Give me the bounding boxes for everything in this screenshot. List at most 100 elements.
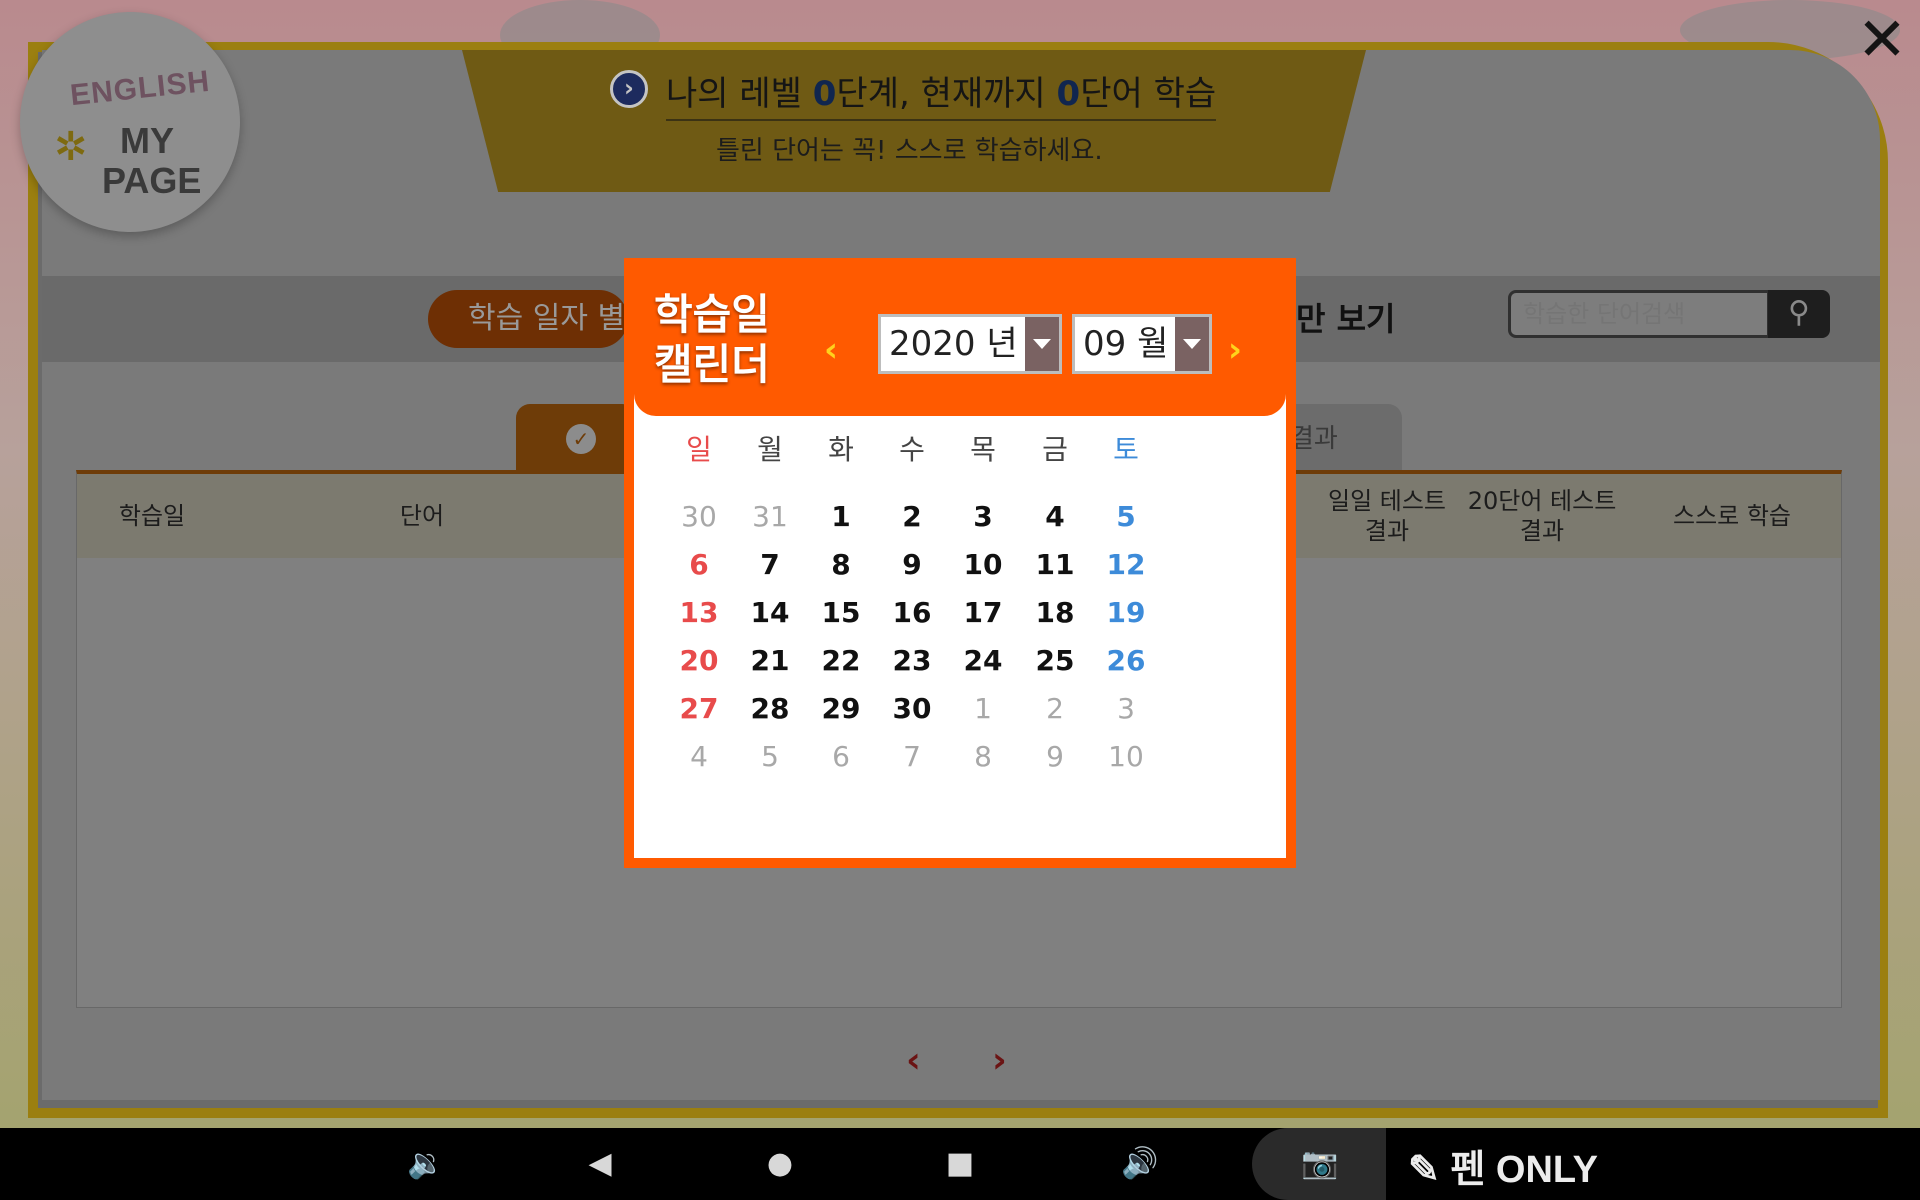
calendar-day[interactable]: 18	[1020, 596, 1090, 629]
calendar-day[interactable]: 4	[1020, 500, 1090, 533]
level-summary: 나의 레벨 0단계, 현재까지 0단어 학습	[666, 66, 1217, 121]
calendar-day[interactable]: 27	[664, 692, 734, 725]
logo-page-text: PAGE	[102, 160, 202, 201]
month-select[interactable]: 09 월	[1072, 314, 1212, 374]
calendar-day[interactable]: 21	[735, 644, 805, 677]
calendar-title-line1: 학습일	[654, 290, 770, 339]
calendar-day[interactable]: 8	[806, 548, 876, 581]
calendar-day: 8	[974, 740, 992, 773]
weekday-label: 금	[1042, 433, 1068, 466]
page-prev-button[interactable]: ‹	[906, 1040, 921, 1081]
next-month-button[interactable]: ›	[1228, 330, 1242, 370]
calendar-body: 학습일 캘린더 ‹ 2020 년 09 월 › 일 월 화 수 목 금 토 30 31 1 2 3 4 5…	[634, 268, 1286, 858]
word-search-input[interactable]	[1508, 290, 1770, 338]
calendar-day[interactable]: 30	[877, 692, 947, 725]
logo-splash-icon: ✲	[54, 124, 88, 170]
calendar-day[interactable]: 2	[877, 500, 947, 533]
pen-icon: ✎	[1408, 1149, 1440, 1191]
chevron-right-icon: ›	[610, 70, 648, 108]
calendar-day[interactable]: 24	[948, 644, 1018, 677]
calendar-header: 학습일 캘린더 ‹ 2020 년 09 월 ›	[634, 268, 1286, 416]
word-count-value: 0	[1056, 74, 1081, 114]
calendar-day: 31	[752, 500, 788, 533]
camera-icon[interactable]: 📷	[1296, 1140, 1344, 1188]
weekday-label: 월	[757, 433, 783, 466]
close-button[interactable]: ✕	[1854, 10, 1910, 70]
column-header-daily-test: 일일 테스트 결과	[1327, 487, 1447, 545]
calendar-day[interactable]: 3	[948, 500, 1018, 533]
banner-subtitle: 틀린 단어는 꼭! 스스로 학습하세요.	[716, 136, 1103, 166]
calendar-day[interactable]: 6	[664, 548, 734, 581]
page-next-button[interactable]: ›	[992, 1040, 1007, 1081]
calendar-day[interactable]: 12	[1091, 548, 1161, 581]
subtab-result[interactable]: 결과	[1280, 404, 1402, 474]
weekday-label: 화	[828, 433, 854, 466]
tab-by-date[interactable]: 학습 일자 별	[428, 290, 628, 348]
calendar-day: 9	[1046, 740, 1064, 773]
calendar-day[interactable]: 16	[877, 596, 947, 629]
column-header-word: 단어	[399, 502, 445, 530]
calendar-day[interactable]: 5	[1091, 500, 1161, 533]
logo-english-text: ENGLISH	[68, 64, 212, 113]
calendar-day[interactable]: 25	[1020, 644, 1090, 677]
volume-up-icon[interactable]: 🔊	[1116, 1140, 1164, 1188]
calendar-title-line2: 캘린더	[654, 340, 770, 389]
calendar-modal: 학습일 캘린더 ‹ 2020 년 09 월 › 일 월 화 수 목 금 토 30 31 1 2 3 4 5…	[624, 258, 1296, 868]
level-summary-suffix: 단어 학습	[1080, 74, 1217, 114]
calendar-day[interactable]: 29	[806, 692, 876, 725]
level-summary-mid: 단계, 현재까지	[836, 74, 1057, 114]
search-button[interactable]: ⚲	[1768, 290, 1830, 338]
chevron-left-icon: ‹	[824, 330, 839, 370]
year-value: 2020 년	[889, 324, 1018, 364]
calendar-day: 2	[1046, 692, 1064, 725]
year-select[interactable]: 2020 년	[878, 314, 1062, 374]
search-icon: ⚲	[1788, 295, 1810, 330]
calendar-day: 7	[903, 740, 921, 773]
logo-my-text: MY	[120, 120, 174, 161]
volume-down-icon[interactable]: 🔉	[402, 1140, 450, 1188]
calendar-day[interactable]: 26	[1091, 644, 1161, 677]
calendar-day: 5	[761, 740, 779, 773]
back-icon[interactable]: ◀	[576, 1140, 624, 1188]
dropdown-arrow-icon	[1175, 317, 1209, 371]
calendar-day: 10	[1108, 740, 1144, 773]
month-value: 09 월	[1083, 324, 1169, 364]
calendar-day[interactable]: 17	[948, 596, 1018, 629]
calendar-day: 1	[974, 692, 992, 725]
pen-only-toggle[interactable]: ✎ 펜 ONLY	[1408, 1138, 1598, 1193]
home-icon[interactable]: ●	[756, 1140, 804, 1188]
calendar-day[interactable]: 10	[948, 548, 1018, 581]
calendar-day[interactable]: 23	[877, 644, 947, 677]
subtab-all[interactable]: ✓	[516, 404, 636, 474]
calendar-day[interactable]: 7	[735, 548, 805, 581]
calendar-day[interactable]: 22	[806, 644, 876, 677]
chevron-right-icon: ›	[1228, 330, 1243, 370]
calendar-day[interactable]: 28	[735, 692, 805, 725]
column-header-20word-test: 20단어 테스트 결과	[1467, 487, 1617, 545]
dropdown-arrow-icon	[1025, 317, 1059, 371]
check-icon: ✓	[566, 424, 596, 454]
view-only-toggle[interactable]: 만 보기	[1296, 294, 1395, 340]
calendar-day: 3	[1117, 692, 1135, 725]
weekday-label: 수	[899, 433, 925, 466]
calendar-day[interactable]: 1	[806, 500, 876, 533]
column-header-self-study: 스스로 학습	[1672, 502, 1792, 530]
calendar-day: 4	[690, 740, 708, 773]
recents-icon[interactable]: ■	[936, 1140, 984, 1188]
calendar-day[interactable]: 20	[664, 644, 734, 677]
calendar-day: 30	[681, 500, 717, 533]
weekday-label: 일	[686, 433, 712, 466]
calendar-day[interactable]: 15	[806, 596, 876, 629]
prev-month-button[interactable]: ‹	[824, 330, 838, 370]
calendar-title: 학습일 캘린더	[654, 290, 770, 390]
weekday-label: 목	[970, 433, 996, 466]
calendar-day[interactable]: 11	[1020, 548, 1090, 581]
calendar-day: 6	[832, 740, 850, 773]
column-header-date: 학습일	[118, 502, 186, 530]
level-value: 0	[812, 74, 837, 114]
pen-only-label: 펜 ONLY	[1450, 1149, 1598, 1191]
calendar-day[interactable]: 13	[664, 596, 734, 629]
calendar-day[interactable]: 14	[735, 596, 805, 629]
calendar-day[interactable]: 19	[1091, 596, 1161, 629]
calendar-day[interactable]: 9	[877, 548, 947, 581]
